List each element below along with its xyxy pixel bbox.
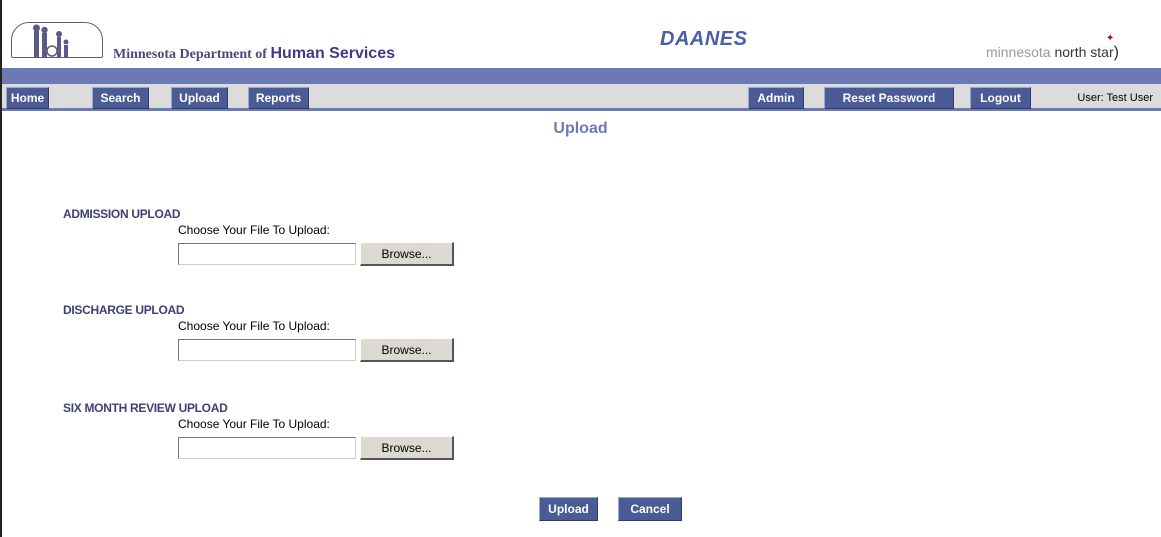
nav-search-button[interactable]: Search — [92, 87, 149, 109]
six-month-review-browse-button[interactable]: Browse... — [360, 436, 454, 460]
nav-upload-button[interactable]: Upload — [171, 87, 228, 109]
nav-bar: Home Search Upload Reports Admin Reset P… — [2, 84, 1161, 111]
discharge-browse-button[interactable]: Browse... — [360, 338, 454, 362]
admission-upload-label: ADMISSION UPLOAD — [63, 207, 181, 221]
agency-emphasis: Human Services — [270, 45, 395, 62]
app-title: DAANES — [660, 28, 748, 50]
agency-name: Minnesota Department of Human Services — [113, 45, 395, 63]
dhs-logo — [11, 22, 103, 58]
nav-reset-password-button[interactable]: Reset Password — [824, 87, 954, 109]
page-title: Upload — [553, 120, 608, 137]
six-month-review-choose-label: Choose Your File To Upload: — [178, 417, 330, 431]
nav-home-button[interactable]: Home — [6, 87, 49, 109]
admission-choose-label: Choose Your File To Upload: — [178, 223, 330, 237]
star-icon: ✦ — [1106, 33, 1115, 44]
admission-browse-button[interactable]: Browse... — [360, 242, 454, 266]
six-month-review-upload-label: SIX MONTH REVIEW UPLOAD — [63, 401, 228, 415]
discharge-upload-label: DISCHARGE UPLOAD — [63, 303, 185, 317]
discharge-file-input[interactable] — [178, 339, 356, 361]
admission-file-input[interactable] — [178, 243, 356, 265]
agency-prefix: Minnesota Department of — [113, 47, 271, 62]
brand-prefix: minnesota — [986, 44, 1055, 60]
nav-logout-button[interactable]: Logout — [970, 87, 1031, 109]
nav-admin-button[interactable]: Admin — [748, 87, 804, 109]
header: Minnesota Department of Human Services D… — [6, 14, 1161, 66]
current-user-label: User: Test User — [1077, 92, 1153, 104]
discharge-choose-label: Choose Your File To Upload: — [178, 319, 330, 333]
upload-button[interactable]: Upload — [539, 497, 598, 521]
brand-emphasis: north star — [1054, 44, 1114, 60]
brand-arc: ) — [1113, 44, 1119, 61]
nav-reports-button[interactable]: Reports — [248, 87, 309, 109]
north-star-logo: minnesota north star) ✦ — [986, 33, 1119, 62]
nav-band — [2, 68, 1161, 84]
family-logo-icon — [33, 24, 69, 57]
six-month-review-file-input[interactable] — [178, 437, 356, 459]
cancel-button[interactable]: Cancel — [618, 497, 682, 521]
